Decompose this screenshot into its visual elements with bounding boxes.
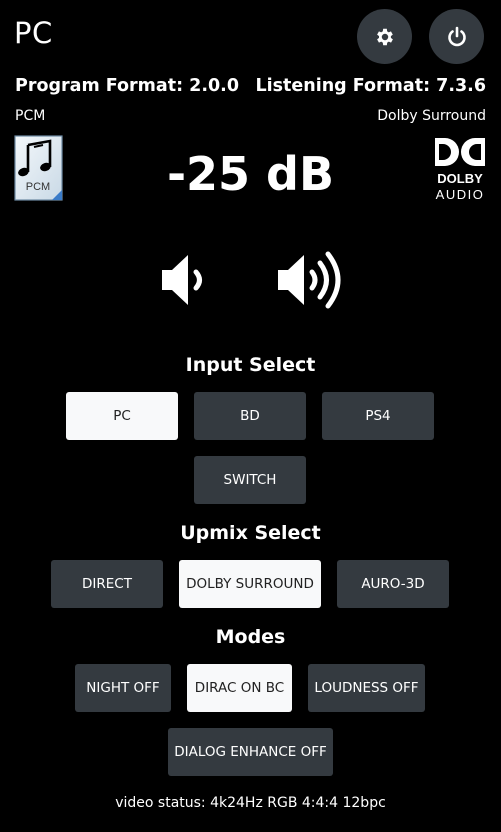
night-mode-button[interactable]: NIGHT OFF [75, 664, 171, 712]
upmix-auro-3d-button[interactable]: AURO-3D [337, 560, 449, 608]
loudness-button[interactable]: LOUDNESS OFF [308, 664, 425, 712]
dolby-logo-line1: DOLBY [437, 171, 483, 186]
input-bd-button[interactable]: BD [194, 392, 306, 440]
volume-down-button[interactable] [158, 250, 214, 310]
volume-up-button[interactable] [276, 248, 354, 312]
format-sub-row: PCM Dolby Surround [15, 108, 486, 126]
dolby-audio-logo: DOLBY AUDIO [435, 138, 485, 202]
upmix-dolby-surround-button[interactable]: DOLBY SURROUND [179, 560, 321, 608]
listening-format: Listening Format: 7.3.6 [255, 76, 486, 96]
power-button[interactable] [429, 9, 484, 64]
volume-up-icon [278, 251, 341, 309]
gear-icon [376, 28, 393, 45]
input-ps4-button[interactable]: PS4 [322, 392, 434, 440]
program-format-type: PCM [15, 108, 46, 124]
upmix-direct-button[interactable]: DIRECT [51, 560, 163, 608]
dialog-enhance-button[interactable]: DIALOG ENHANCE OFF [168, 728, 333, 776]
modes-title: Modes [215, 626, 286, 648]
listening-format-type: Dolby Surround [377, 108, 486, 124]
settings-button[interactable] [357, 9, 412, 64]
page-title: PC [14, 16, 53, 50]
upmix-select-title: Upmix Select [180, 522, 321, 544]
input-switch-button[interactable]: SWITCH [194, 456, 306, 504]
volume-down-icon [162, 255, 202, 305]
dolby-logo-line2: AUDIO [436, 187, 485, 202]
input-select-title: Input Select [185, 354, 316, 376]
video-status: video status: 4k24Hz RGB 4:4:4 12bpc [115, 795, 386, 811]
power-icon [447, 26, 466, 46]
volume-level: -25 dB [166, 147, 335, 201]
dirac-button[interactable]: DIRAC ON BC [187, 664, 292, 712]
format-row: Program Format: 2.0.0 Listening Format: … [15, 76, 486, 98]
program-format: Program Format: 2.0.0 [15, 76, 239, 96]
input-pc-button[interactable]: PC [66, 392, 178, 440]
